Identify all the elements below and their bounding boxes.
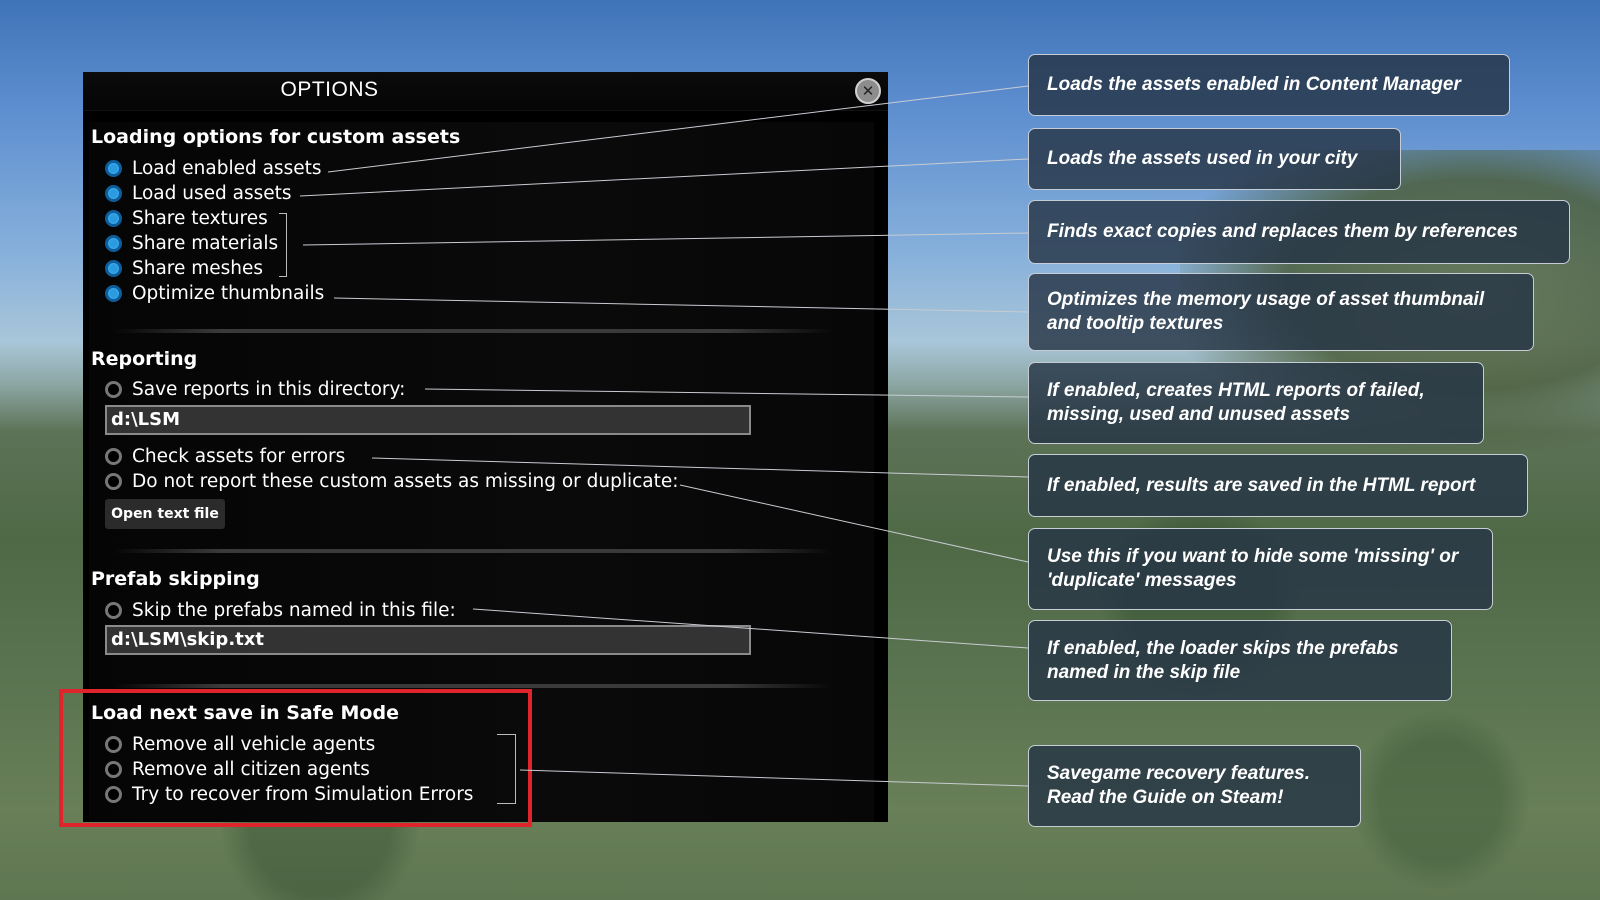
radio-checked[interactable] (105, 284, 122, 302)
callout-skip-prefabs: If enabled, the loader skips the prefabs… (1028, 620, 1452, 701)
option-label: Do not report these custom assets as mis… (132, 470, 679, 492)
radio-unchecked[interactable] (105, 380, 122, 398)
options-titlebar: OPTIONS ✕ (83, 72, 888, 111)
options-title: OPTIONS (280, 78, 379, 101)
radio-checked[interactable] (105, 159, 122, 177)
callout-safe-mode: Savegame recovery features. Read the Gui… (1028, 745, 1361, 827)
skip-file-input[interactable]: d:\LSM\skip.txt (105, 625, 751, 655)
option-save-reports[interactable]: Save reports in this directory: (105, 377, 405, 401)
option-label: Share materials (132, 232, 279, 254)
option-share-meshes[interactable]: Share meshes (105, 256, 263, 280)
option-label: Skip the prefabs named in this file: (132, 599, 456, 621)
option-share-textures[interactable]: Share textures (105, 206, 268, 230)
share-options-bracket (279, 213, 287, 277)
option-label: Share meshes (132, 257, 264, 279)
radio-checked[interactable] (105, 234, 122, 252)
section-title-reporting: Reporting (91, 348, 198, 370)
option-label: Save reports in this directory: (132, 378, 406, 400)
option-load-enabled-assets[interactable]: Load enabled assets (105, 156, 321, 180)
callout-check-errors: If enabled, results are saved in the HTM… (1028, 454, 1528, 517)
radio-unchecked[interactable] (105, 601, 122, 619)
callout-share: Finds exact copies and replaces them by … (1028, 200, 1570, 264)
callout-optimize-thumbnails: Optimizes the memory usage of asset thum… (1028, 273, 1534, 351)
option-label: Optimize thumbnails (132, 282, 325, 304)
option-label: Check assets for errors (132, 445, 346, 467)
section-divider (113, 684, 833, 688)
radio-unchecked[interactable] (105, 472, 122, 490)
section-divider (113, 329, 833, 333)
radio-checked[interactable] (105, 209, 122, 227)
callout-load-used: Loads the assets used in your city (1028, 128, 1401, 190)
option-share-materials[interactable]: Share materials (105, 231, 278, 255)
section-divider (113, 549, 833, 553)
option-label: Share textures (132, 207, 268, 229)
option-load-used-assets[interactable]: Load used assets (105, 181, 292, 205)
option-check-errors[interactable]: Check assets for errors (105, 444, 345, 468)
option-do-not-report[interactable]: Do not report these custom assets as mis… (105, 469, 679, 493)
report-directory-input[interactable]: d:\LSM (105, 405, 751, 435)
section-title-loading: Loading options for custom assets (91, 126, 461, 148)
option-optimize-thumbnails[interactable]: Optimize thumbnails (105, 281, 324, 305)
callout-save-reports: If enabled, creates HTML reports of fail… (1028, 362, 1484, 444)
callout-load-enabled: Loads the assets enabled in Content Mana… (1028, 54, 1510, 116)
section-title-prefab: Prefab skipping (91, 568, 260, 590)
open-text-file-button[interactable]: Open text file (105, 499, 225, 529)
close-icon[interactable]: ✕ (855, 78, 881, 104)
option-label: Load enabled assets (132, 157, 322, 179)
radio-checked[interactable] (105, 184, 122, 202)
option-skip-prefabs[interactable]: Skip the prefabs named in this file: (105, 598, 456, 622)
safe-mode-highlight-box (59, 689, 532, 827)
callout-do-not-report: Use this if you want to hide some 'missi… (1028, 528, 1493, 610)
option-label: Load used assets (132, 182, 292, 204)
radio-unchecked[interactable] (105, 447, 122, 465)
radio-checked[interactable] (105, 259, 122, 277)
